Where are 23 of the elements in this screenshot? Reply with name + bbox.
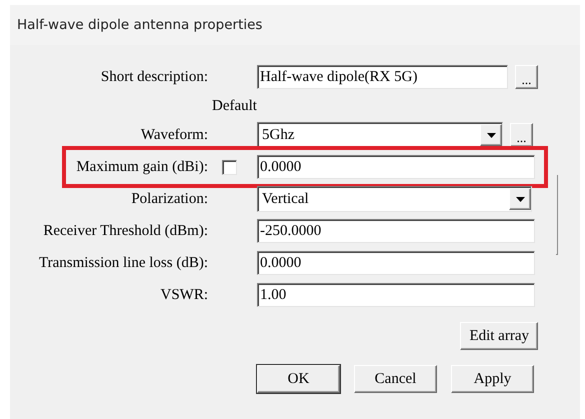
edit-array-button[interactable]: Edit array xyxy=(460,322,538,350)
dialog-button[interactable]: Apply xyxy=(451,365,534,393)
field-label: Transmission line loss (dB): xyxy=(38,254,208,273)
field-label: Receiver Threshold (dBm): xyxy=(42,222,208,241)
dialog-button[interactable]: OK xyxy=(257,365,340,393)
field-label: Short description: xyxy=(100,68,208,87)
dropdown[interactable]: Vertical xyxy=(257,186,532,212)
browse-button[interactable]: ... xyxy=(515,65,538,89)
field-label: Polarization: xyxy=(130,190,208,209)
text-field[interactable]: 0.0000 xyxy=(257,155,535,179)
section-heading: Default xyxy=(212,96,257,116)
text-field[interactable]: 1.00 xyxy=(257,283,535,307)
field-label: Maximum gain (dBi): xyxy=(75,158,208,177)
field-label: Waveform: xyxy=(140,126,208,145)
checkbox[interactable] xyxy=(222,160,237,174)
dropdown[interactable]: 5Ghz xyxy=(257,122,503,148)
browse-button[interactable]: ... xyxy=(510,123,533,147)
text-field[interactable]: -250.0000 xyxy=(257,219,535,243)
field-label: VSWR: xyxy=(159,286,208,305)
window-title: Half-wave dipole antenna properties xyxy=(17,16,262,35)
text-field[interactable]: 0.0000 xyxy=(257,251,535,275)
dialog-button[interactable]: Cancel xyxy=(354,365,437,393)
text-field[interactable]: Half-wave dipole(RX 5G) xyxy=(257,65,508,89)
